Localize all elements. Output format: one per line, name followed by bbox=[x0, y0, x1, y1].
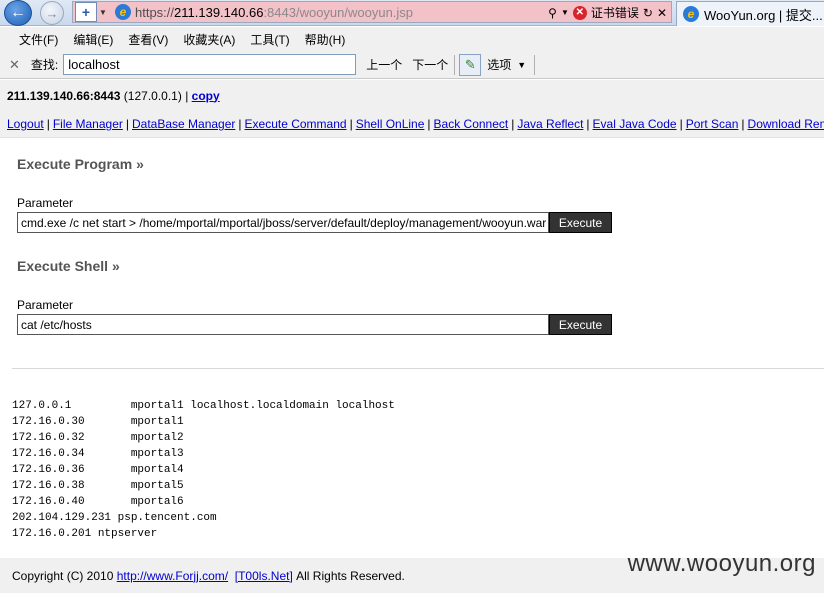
ie-logo-icon: e bbox=[115, 4, 131, 20]
host-ip: (127.0.0.1) bbox=[123, 88, 182, 103]
menu-view[interactable]: 查看(V) bbox=[128, 31, 168, 48]
back-arrow-icon: ← bbox=[10, 4, 26, 21]
find-bar: ✕ 查找: 上一个 下一个 ✎ 选项 ▼ bbox=[0, 51, 824, 79]
program-param-label: Parameter bbox=[17, 196, 74, 210]
program-param-input[interactable] bbox=[17, 212, 549, 233]
separator: | bbox=[511, 117, 515, 131]
menu-tools[interactable]: 工具(T) bbox=[250, 31, 289, 48]
watermark: www.wooyun.org bbox=[627, 550, 816, 577]
menu-edit[interactable]: 编辑(E) bbox=[73, 31, 113, 48]
shell-param-label: Parameter bbox=[17, 298, 74, 312]
footer-link-forjj[interactable]: http://www.Forjj.com/ bbox=[117, 569, 228, 583]
separator: | bbox=[185, 88, 189, 103]
footer-rights: All Rights Reserved. bbox=[296, 568, 405, 583]
divider bbox=[454, 54, 456, 75]
shell-execute-button[interactable]: Execute bbox=[549, 314, 612, 335]
menu-file[interactable]: 文件(F) bbox=[19, 31, 58, 48]
forward-arrow-icon: → bbox=[45, 5, 59, 21]
url-prefix: https:// bbox=[135, 4, 175, 20]
host-name: 211.139.140.66:8443 bbox=[7, 88, 121, 103]
link-java-reflect[interactable]: Java Reflect bbox=[517, 117, 583, 131]
copy-link[interactable]: copy bbox=[192, 89, 220, 103]
section-title-text: Execute Shell bbox=[17, 258, 109, 274]
link-download-remote-file[interactable]: Download Remote File bbox=[748, 117, 824, 131]
cert-error-label[interactable]: 证书错误 bbox=[591, 4, 639, 21]
separator: | bbox=[349, 117, 353, 131]
url-host: 211.139.140.66 bbox=[174, 4, 264, 20]
ie-logo-icon: e bbox=[683, 6, 699, 22]
footer-copyright: Copyright (C) 2010 bbox=[12, 568, 114, 583]
chevron-down-icon[interactable]: ▼ bbox=[517, 60, 526, 70]
program-execute-button[interactable]: Execute bbox=[549, 212, 612, 233]
link-database-manager[interactable]: DataBase Manager bbox=[132, 117, 235, 131]
host-bar: 211.139.140.66:8443 (127.0.0.1) | copy bbox=[0, 80, 824, 111]
search-icon[interactable]: ⚲ bbox=[548, 6, 557, 20]
separator: | bbox=[46, 117, 50, 131]
separator: | bbox=[427, 117, 431, 131]
divider bbox=[534, 54, 536, 75]
separator: | bbox=[586, 117, 590, 131]
refresh-icon[interactable]: ↻ bbox=[643, 6, 653, 20]
footer-link-t00ls[interactable]: [T00ls.Net] bbox=[235, 569, 293, 583]
find-options-button[interactable]: 选项 bbox=[487, 56, 511, 73]
separator: | bbox=[679, 117, 683, 131]
link-file-manager[interactable]: File Manager bbox=[53, 117, 123, 131]
find-label: 查找: bbox=[30, 58, 59, 72]
address-tools: ⚲ ▼ ✕ 证书错误 ↻ ✕ bbox=[548, 4, 667, 21]
close-icon[interactable]: ✕ bbox=[657, 6, 667, 20]
chevron-down-icon[interactable]: ▼ bbox=[561, 8, 569, 17]
link-port-scan[interactable]: Port Scan bbox=[686, 117, 739, 131]
arrow: » bbox=[111, 258, 120, 274]
browser-tab[interactable]: e WooYun.org | 提交... bbox=[676, 1, 824, 26]
nav-links: Logout | File Manager | DataBase Manager | … bbox=[0, 111, 824, 138]
separator: | bbox=[741, 117, 745, 131]
execute-shell-title: Execute Shell » bbox=[17, 258, 120, 274]
tab-title: WooYun.org | 提交... bbox=[704, 7, 823, 23]
back-button[interactable]: ← bbox=[4, 0, 32, 26]
url-rest: :8443/wooyun/wooyun.jsp bbox=[263, 4, 414, 20]
menu-help[interactable]: 帮助(H) bbox=[305, 31, 346, 48]
link-back-connect[interactable]: Back Connect bbox=[434, 117, 509, 131]
find-prev-button[interactable]: 上一个 bbox=[366, 56, 402, 73]
shell-param-input[interactable] bbox=[17, 314, 549, 335]
menu-bar: 文件(F) 编辑(E) 查看(V) 收藏夹(A) 工具(T) 帮助(H) bbox=[0, 27, 824, 51]
highlight-icon[interactable]: ✎ bbox=[459, 53, 482, 76]
link-shell-online[interactable]: Shell OnLine bbox=[356, 117, 425, 131]
find-next-button[interactable]: 下一个 bbox=[412, 56, 448, 73]
menu-favorites[interactable]: 收藏夹(A) bbox=[183, 31, 235, 48]
link-eval-java-code[interactable]: Eval Java Code bbox=[593, 117, 677, 131]
command-output: 127.0.0.1 mportal1 localhost.localdomain… bbox=[12, 400, 395, 540]
find-input[interactable] bbox=[63, 54, 357, 75]
link-logout[interactable]: Logout bbox=[7, 117, 44, 131]
page-content: 211.139.140.66:8443 (127.0.0.1) | copy L… bbox=[0, 80, 824, 593]
address-bar-row: ← → + ▼ e https://211.139.140.66:8443/wo… bbox=[0, 0, 824, 26]
link-execute-command[interactable]: Execute Command bbox=[245, 117, 347, 131]
add-favorite-icon[interactable]: + bbox=[75, 2, 97, 22]
chevron-down-icon[interactable]: ▼ bbox=[99, 8, 109, 17]
separator: | bbox=[125, 117, 129, 131]
arrow: » bbox=[136, 156, 144, 172]
execute-program-title: Execute Program » bbox=[17, 156, 144, 172]
forward-button[interactable]: → bbox=[40, 1, 64, 25]
close-icon[interactable]: ✕ bbox=[9, 57, 20, 73]
section-title-text: Execute Program bbox=[17, 156, 133, 172]
address-box[interactable]: + ▼ e https://211.139.140.66:8443/wooyun… bbox=[72, 1, 672, 23]
cert-error-icon[interactable]: ✕ bbox=[572, 5, 587, 20]
divider bbox=[12, 368, 824, 369]
separator: | bbox=[238, 117, 242, 131]
url-text[interactable]: https://211.139.140.66:8443/wooyun/wooyu… bbox=[135, 5, 413, 20]
